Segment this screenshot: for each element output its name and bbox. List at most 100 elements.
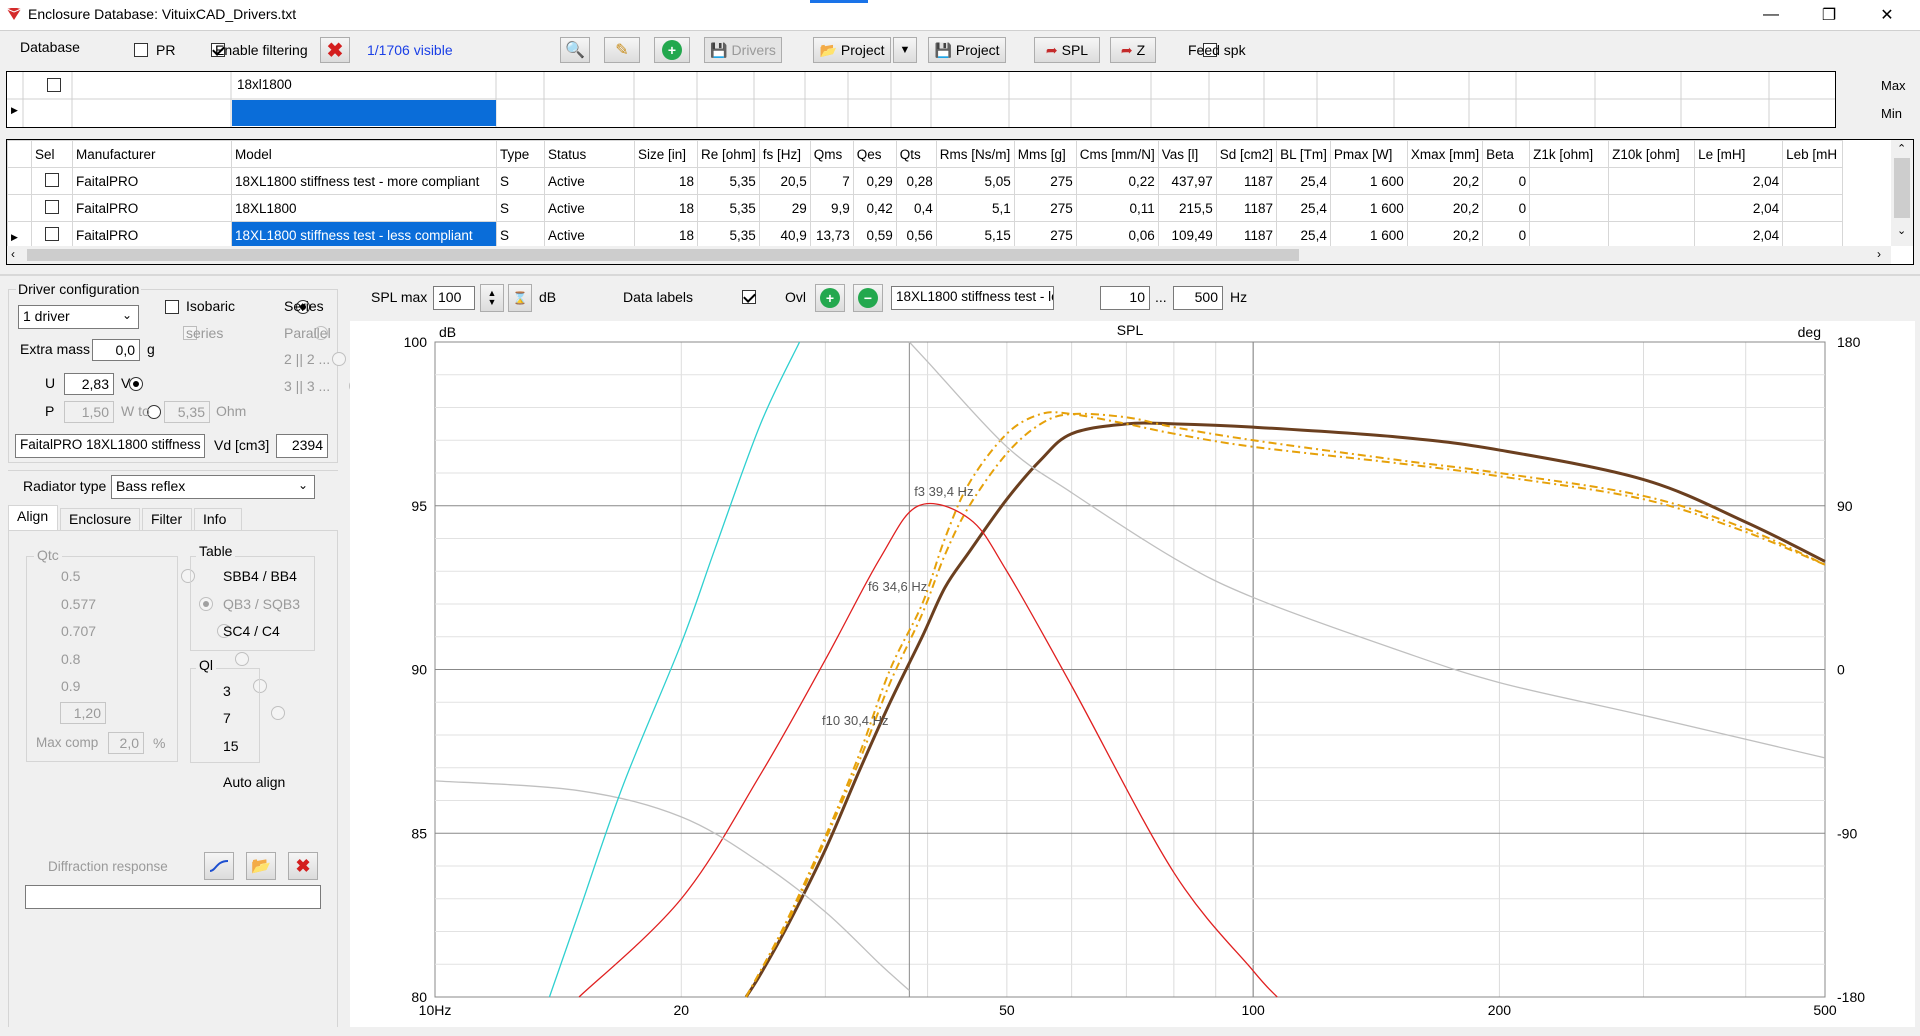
search-button[interactable]: 🔍: [560, 37, 590, 63]
cell[interactable]: 1 600: [1329, 167, 1408, 195]
tab-info[interactable]: Info: [194, 508, 242, 530]
cell[interactable]: [1608, 167, 1696, 195]
cell[interactable]: 2,04: [1694, 167, 1784, 195]
column-header[interactable]: Size [in]: [634, 140, 698, 168]
cell[interactable]: S: [496, 194, 545, 222]
cell[interactable]: 9,9: [809, 194, 854, 222]
cell[interactable]: Active: [544, 167, 635, 195]
extra-mass-input[interactable]: 0,0: [92, 339, 140, 361]
cell[interactable]: 18: [634, 221, 698, 249]
driver-count-select[interactable]: 1 driver ⌄: [18, 305, 139, 329]
cell[interactable]: 0,11: [1075, 194, 1159, 222]
cell[interactable]: 40,9: [758, 221, 811, 249]
qtc-radio[interactable]: [234, 652, 249, 666]
table-row[interactable]: FaitalPRO 18XL1800 stiffness test - more…: [7, 167, 1844, 195]
cell[interactable]: [1782, 194, 1844, 222]
splitter[interactable]: [0, 274, 1920, 276]
scroll-left-icon[interactable]: ‹: [11, 247, 15, 261]
column-header[interactable]: Vas [l]: [1157, 140, 1217, 168]
tab-filter[interactable]: Filter: [142, 508, 192, 530]
voltage-input[interactable]: 2,83: [64, 373, 114, 395]
cell[interactable]: [1529, 167, 1610, 195]
column-header[interactable]: Z1k [ohm]: [1529, 140, 1610, 168]
cell[interactable]: 0,22: [1075, 167, 1159, 195]
cell[interactable]: 18: [634, 167, 698, 195]
open-project-button[interactable]: 📂 Project: [813, 37, 891, 63]
cell[interactable]: Active: [544, 194, 635, 222]
cell[interactable]: 20,2: [1406, 194, 1484, 222]
column-header[interactable]: Sel: [31, 140, 73, 168]
chart-area[interactable]: 100 95 90 85 80 180 90 0 -90 -180 10Hz 20 50 100 200 50…: [350, 321, 1915, 1027]
column-header[interactable]: Pmax [W]: [1329, 140, 1408, 168]
cell[interactable]: 109,49: [1157, 221, 1217, 249]
column-header[interactable]: Xmax [mm]: [1406, 140, 1484, 168]
cell[interactable]: 5,05: [935, 167, 1015, 195]
table-row[interactable]: FaitalPRO 18XL1800 S Active 18 5,35 29 9…: [7, 194, 1844, 222]
row-select-checkbox[interactable]: [45, 199, 59, 214]
cell[interactable]: 13,73: [809, 221, 854, 249]
column-header[interactable]: Model: [231, 140, 497, 168]
cell[interactable]: 5,35: [697, 194, 760, 222]
cell[interactable]: [1529, 221, 1610, 249]
export-spl-button[interactable]: ➦ SPL: [1034, 37, 1100, 63]
add-overlay-button[interactable]: +: [815, 284, 845, 312]
diffraction-file-field[interactable]: [25, 885, 321, 909]
export-z-button[interactable]: ➦ Z: [1110, 37, 1156, 63]
freq-to-input[interactable]: 500: [1173, 286, 1223, 310]
column-header[interactable]: Cms [mm/N]: [1075, 140, 1159, 168]
filter-model-min-cell[interactable]: [232, 100, 496, 126]
cell[interactable]: S: [496, 167, 545, 195]
cell[interactable]: 0,56: [895, 221, 937, 249]
spl-max-auto-button[interactable]: ⌛: [508, 284, 532, 312]
drivers-button[interactable]: 💾 Drivers: [704, 37, 782, 63]
edit-button[interactable]: ✎: [604, 37, 640, 63]
cell[interactable]: 0,28: [895, 167, 937, 195]
cell[interactable]: 1187: [1215, 221, 1278, 249]
column-header[interactable]: Type: [496, 140, 545, 168]
filter-select-checkbox[interactable]: [47, 78, 61, 92]
cell[interactable]: 20,2: [1406, 221, 1484, 249]
cell[interactable]: 215,5: [1157, 194, 1217, 222]
cell[interactable]: 20,2: [1406, 167, 1484, 195]
cell[interactable]: 18XL1800 stiffness test - more compliant: [231, 167, 497, 195]
cell[interactable]: FaitalPRO: [72, 167, 232, 195]
scroll-up-icon[interactable]: ⌃: [1897, 142, 1906, 155]
cell[interactable]: 275: [1013, 167, 1077, 195]
cell[interactable]: 0,4: [895, 194, 937, 222]
spl-max-input[interactable]: 100: [433, 286, 475, 310]
cell[interactable]: 275: [1013, 194, 1077, 222]
qtc-custom-radio[interactable]: [270, 706, 285, 720]
pr-checkbox[interactable]: [134, 43, 148, 57]
power-input[interactable]: 1,50: [64, 401, 114, 423]
column-header[interactable]: Qts: [895, 140, 937, 168]
overlay-name-input[interactable]: 18XL1800 stiffness test - le: [891, 286, 1054, 310]
cell[interactable]: [1608, 194, 1696, 222]
scroll-down-icon[interactable]: ⌄: [1897, 224, 1906, 237]
cell[interactable]: 0: [1482, 167, 1531, 195]
cell[interactable]: 5,15: [935, 221, 1015, 249]
freq-from-input[interactable]: 10: [1100, 286, 1150, 310]
scroll-thumb[interactable]: [27, 249, 1299, 261]
cell[interactable]: 5,35: [697, 221, 760, 249]
tab-enclosure[interactable]: Enclosure: [60, 508, 140, 530]
row-select-checkbox[interactable]: [45, 226, 59, 241]
close-button[interactable]: ✕: [1858, 0, 1916, 30]
max-comp-input[interactable]: 2,0: [108, 732, 144, 754]
column-header[interactable]: Z10k [ohm]: [1608, 140, 1696, 168]
diffraction-curve-button[interactable]: [204, 852, 234, 880]
two-parallel-radio[interactable]: [331, 352, 346, 366]
diffraction-open-button[interactable]: 📂: [246, 852, 276, 880]
horizontal-scrollbar[interactable]: ‹ ›: [7, 246, 1891, 264]
cell[interactable]: 0,06: [1075, 221, 1159, 249]
driver-name-field[interactable]: FaitalPRO 18XL1800 stiffness t: [15, 434, 205, 458]
cell[interactable]: 437,97: [1157, 167, 1217, 195]
cell[interactable]: FaitalPRO: [72, 221, 232, 249]
column-header[interactable]: Re [ohm]: [697, 140, 760, 168]
column-header[interactable]: Status: [544, 140, 635, 168]
add-button[interactable]: +: [654, 37, 690, 63]
cell[interactable]: 0,29: [852, 167, 897, 195]
cell[interactable]: 1 600: [1329, 194, 1408, 222]
cell[interactable]: S: [496, 221, 545, 249]
clear-filter-button[interactable]: ✖: [320, 37, 350, 63]
cell[interactable]: [1782, 167, 1844, 195]
